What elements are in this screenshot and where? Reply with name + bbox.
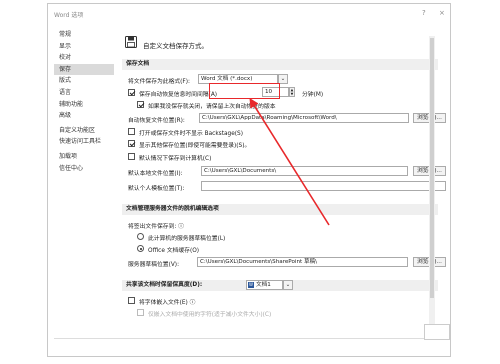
default-local-location-label: 默认本地文件位置(I):: [128, 171, 183, 177]
format-select[interactable]: Word 文档 (*.docx): [198, 74, 278, 84]
section-save-documents: 保存文档: [122, 59, 438, 70]
title-bar: Word 选项 ? ×: [48, 4, 450, 22]
radio-office-cache[interactable]: [137, 245, 144, 252]
save-floppy-icon: [125, 36, 137, 48]
scrollbar-thumb[interactable]: [430, 38, 434, 298]
checkout-label: 将签出文件保存到: ⓘ: [128, 224, 184, 230]
default-to-computer-label: 默认情况下保存到计算机(C): [139, 156, 212, 162]
autorecover-minutes-input[interactable]: 10: [262, 87, 289, 97]
default-to-computer-checkbox[interactable]: [128, 153, 135, 160]
sidebar-item-quick-access[interactable]: 快速访问工具栏: [54, 136, 114, 148]
fidelity-chevron-down-icon[interactable]: ⌄: [283, 280, 293, 290]
sidebar-item-customize-ribbon[interactable]: 自定义功能区: [54, 125, 114, 137]
sidebar: 常规 显示 校对 保存 版式 语言 辅助功能 高级 自定义功能区 快速访问工具栏…: [54, 29, 114, 174]
show-other-locations-checkbox[interactable]: [128, 140, 135, 147]
sidebar-item-save[interactable]: 保存: [54, 63, 114, 76]
office-cache-option-label: Office 文档缓存(O): [148, 248, 200, 254]
embed-subset-checkbox[interactable]: [137, 309, 144, 316]
sidebar-item-accessibility[interactable]: 辅助功能: [54, 99, 114, 111]
sidebar-item-addins[interactable]: 加载项: [54, 151, 114, 163]
embed-subset-label: 仅嵌入文档中使用的字符(适于减小文件大小)(C): [148, 312, 272, 318]
sidebar-item-advanced[interactable]: 高级: [54, 110, 114, 122]
close-button[interactable]: ×: [439, 9, 445, 17]
keep-last-version-label: 如果我没保存就关闭，请保留上次自动恢复的版本: [148, 104, 276, 110]
no-backstage-checkbox[interactable]: [128, 128, 135, 135]
autorecover-checkbox[interactable]: [128, 89, 135, 96]
autorecover-label: 保存自动恢复信息时间间隔(A): [139, 92, 218, 98]
chevron-down-icon[interactable]: ⌄: [278, 74, 288, 84]
section-offline-editing: 文档管理服务器文件的脱机编辑选项: [122, 204, 438, 215]
minutes-label: 分钟(M): [302, 92, 324, 98]
keep-last-version-checkbox[interactable]: [137, 101, 144, 108]
sidebar-item-display[interactable]: 显示: [54, 41, 114, 53]
embed-fonts-checkbox[interactable]: [128, 297, 135, 304]
radio-server-drafts[interactable]: [137, 233, 144, 240]
server-drafts-option-label: 此计算机的服务器草稿位置(L): [148, 236, 226, 242]
sidebar-item-trust-center[interactable]: 信任中心: [54, 163, 114, 175]
sidebar-item-language[interactable]: 语言: [54, 87, 114, 99]
default-local-location-input[interactable]: C:\Users\GXL\Documents\: [201, 166, 408, 176]
format-label: 将文件保存为此格式(F):: [128, 79, 190, 85]
sidebar-item-layout[interactable]: 版式: [54, 75, 114, 87]
personal-templates-input[interactable]: [201, 181, 446, 191]
minutes-spinner[interactable]: ▲ ▼: [289, 87, 295, 97]
vertical-scrollbar[interactable]: [429, 36, 435, 336]
dialog-title: Word 选项: [54, 12, 84, 19]
drafts-location-label: 服务器草稿位置(V):: [128, 262, 180, 268]
embed-fonts-label: 将字体嵌入文件(E) ⓘ: [139, 300, 196, 306]
footer-divider: [54, 338, 429, 339]
main-panel: 自定义文档保存方式。 保存文档 将文件保存为此格式(F): Word 文档 (*…: [116, 28, 450, 354]
no-backstage-label: 打开或保存文件时不显示 Backstage(S): [139, 131, 243, 137]
ok-button[interactable]: [424, 324, 450, 340]
drafts-location-input[interactable]: C:\Users\GXL\Documents\SharePoint 草稿\: [197, 257, 408, 267]
word-options-dialog: Word 选项 ? × 常规 显示 校对 保存 版式 语言 辅助功能 高级 自定…: [47, 3, 451, 357]
help-button[interactable]: ?: [422, 9, 426, 17]
sidebar-item-proofing[interactable]: 校对: [54, 52, 114, 64]
autorecover-location-input[interactable]: C:\Users\GXL\AppData\Roaming\Microsoft\W…: [199, 113, 409, 123]
show-other-locations-label: 显示其他保存位置(即使可能需要登录)(S)。: [139, 143, 251, 149]
fidelity-label: 共享该文档时保留保真度(D):: [126, 282, 203, 288]
page-title: 自定义文档保存方式。: [143, 42, 208, 50]
sidebar-item-general[interactable]: 常规: [54, 29, 114, 41]
word-doc-icon: W: [248, 282, 254, 288]
personal-templates-label: 默认个人模板位置(T):: [128, 186, 185, 192]
autorecover-location-label: 自动恢复文件位置(R):: [128, 118, 185, 124]
